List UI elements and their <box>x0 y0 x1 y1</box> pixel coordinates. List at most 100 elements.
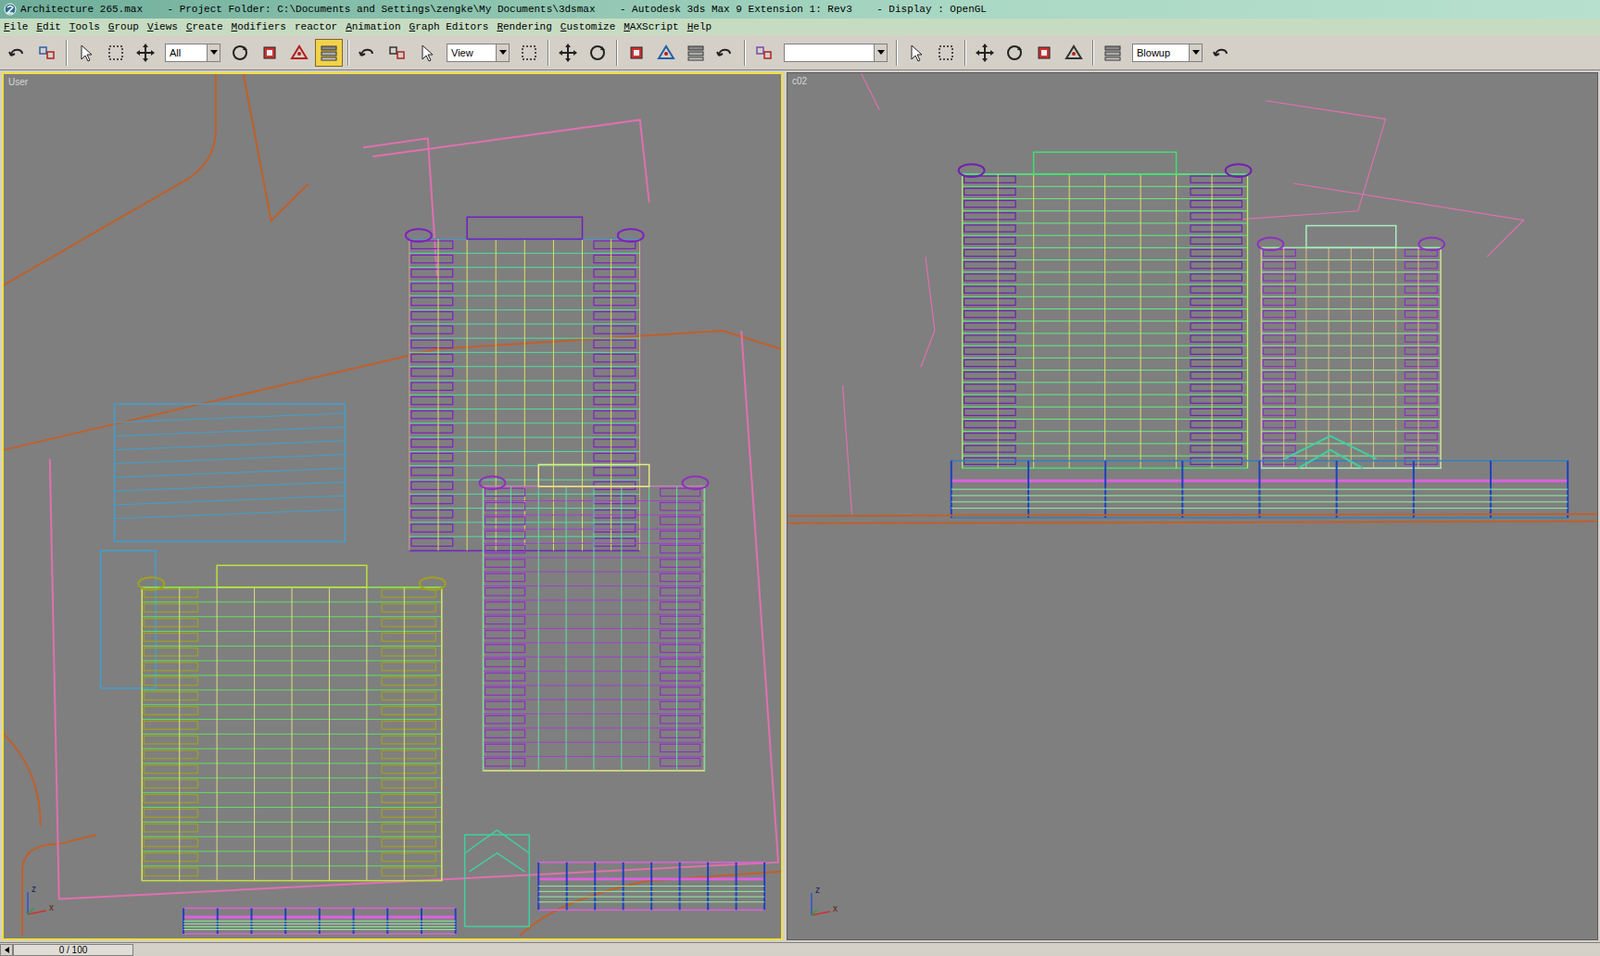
podium-wireframe <box>183 907 456 934</box>
tool-icon <box>906 42 927 63</box>
menu-item[interactable]: Rendering <box>496 20 552 34</box>
toolbar-button[interactable] <box>622 38 651 67</box>
toolbar-button[interactable] <box>101 38 130 67</box>
toolbar-button[interactable] <box>711 38 740 67</box>
toolbar-button[interactable] <box>131 38 160 67</box>
toolbar-separator <box>743 39 746 66</box>
toolbar-button[interactable] <box>750 38 779 67</box>
toolbar-button[interactable] <box>652 38 681 67</box>
tool-icon <box>105 42 126 63</box>
tool-icon <box>1063 42 1084 63</box>
toolbar-button[interactable] <box>383 38 412 67</box>
axis-label: z <box>31 884 37 895</box>
menu-item[interactable]: Modifiers <box>231 20 287 34</box>
menu-item[interactable]: File <box>3 20 28 34</box>
main-toolbar: All View Blowup <box>0 35 1600 71</box>
tool-icon <box>37 42 58 63</box>
menu-item[interactable]: Graph Editors <box>409 20 490 34</box>
toolbar-dropdown[interactable] <box>783 43 888 63</box>
toolbar-button[interactable] <box>413 38 441 67</box>
toolbar-button[interactable] <box>314 38 343 67</box>
dropdown-value: All <box>165 44 207 62</box>
toolbar-button[interactable] <box>902 38 931 67</box>
tool-icon <box>1211 42 1233 63</box>
building-wireframe <box>479 464 709 770</box>
toolbar-button[interactable] <box>932 38 960 67</box>
time-slider-thumb[interactable]: 0 / 100 <box>12 944 134 956</box>
viewport-label[interactable]: User <box>8 76 28 89</box>
viewport[interactable]: c02 zx <box>786 72 1599 941</box>
dropdown-value: View <box>447 44 496 62</box>
toolbar-button[interactable] <box>33 38 62 67</box>
menu-item[interactable]: MAXScript <box>623 20 679 34</box>
menu-item[interactable]: Create <box>186 20 224 34</box>
menu-item[interactable]: Help <box>687 20 712 34</box>
toolbar-button[interactable] <box>515 38 543 67</box>
axis-tripod: zx <box>22 884 60 919</box>
toolbar-dropdown[interactable]: Blowup <box>1132 43 1203 63</box>
menu-item[interactable]: Tools <box>69 20 101 34</box>
toolbar-button[interactable] <box>353 38 382 67</box>
title-bar: Architecture 265.max - Project Folder: C… <box>0 0 1600 19</box>
toolbar-button[interactable] <box>72 38 101 67</box>
time-slider-left-icon[interactable] <box>0 944 13 956</box>
menu-item[interactable]: Customize <box>560 20 616 34</box>
tool-icon <box>318 42 340 63</box>
viewport-area: Userzxc02zx <box>0 70 1600 943</box>
toolbar-button[interactable] <box>1000 38 1029 67</box>
building-wireframe <box>138 565 445 881</box>
menu-item[interactable]: Group <box>108 20 139 34</box>
toolbar-separator <box>964 39 967 66</box>
podium-wireframe <box>951 460 1568 517</box>
viewport-label[interactable]: c02 <box>792 75 807 88</box>
toolbar-button[interactable] <box>1030 38 1059 67</box>
axis-label: x <box>49 903 54 913</box>
podium-wireframe <box>538 862 765 910</box>
tool-icon <box>587 42 608 63</box>
user-scene[interactable] <box>3 74 782 939</box>
tool-icon <box>135 42 156 63</box>
menu-item[interactable]: reactor <box>294 20 338 34</box>
tool-icon <box>1102 42 1123 63</box>
axis-label: z <box>815 885 820 895</box>
building-wireframe <box>958 151 1252 468</box>
tool-icon <box>75 42 97 63</box>
app-logo-icon <box>3 2 17 16</box>
tool-icon <box>754 42 775 63</box>
tool-icon <box>387 42 408 63</box>
toolbar-button[interactable] <box>583 38 612 67</box>
ground-lines <box>787 514 1598 524</box>
tool-icon <box>715 42 736 63</box>
axis-tripod: zx <box>806 885 844 920</box>
toolbar-button[interactable] <box>970 38 999 67</box>
toolbar-button[interactable] <box>285 38 314 67</box>
toolbar-button[interactable] <box>226 38 254 67</box>
tool-icon <box>1033 42 1055 63</box>
toolbar-button[interactable] <box>1208 38 1236 67</box>
toolbar-separator <box>547 39 550 66</box>
dropdown-value: Blowup <box>1133 44 1189 62</box>
building-wireframe <box>1258 226 1446 469</box>
entrance-roof <box>1284 436 1376 469</box>
tool-icon <box>1004 42 1025 63</box>
tool-icon <box>685 42 706 63</box>
menu-bar: File Edit Tools Group Views Create Modifiers re… <box>0 18 1600 36</box>
toolbar-dropdown[interactable]: View <box>446 43 510 63</box>
menu-item[interactable]: Animation <box>345 20 401 34</box>
toolbar-button[interactable] <box>1098 38 1127 67</box>
toolbar-button[interactable] <box>3 38 32 67</box>
viewport[interactable]: Userzx <box>1 72 783 941</box>
camera-scene[interactable] <box>787 73 1598 940</box>
toolbar-button[interactable] <box>554 38 582 67</box>
tool-icon <box>7 42 28 63</box>
tool-icon <box>518 42 540 63</box>
dropdown-arrow-icon <box>873 44 887 62</box>
toolbar-button[interactable] <box>255 38 284 67</box>
toolbar-button[interactable] <box>1059 38 1088 67</box>
menu-item[interactable]: Edit <box>36 20 61 34</box>
tool-icon <box>935 42 957 63</box>
toolbar-button[interactable] <box>681 38 710 67</box>
menu-item[interactable]: Views <box>147 20 178 34</box>
toolbar-dropdown[interactable]: All <box>164 43 221 63</box>
time-slider[interactable]: 0 / 100 <box>0 942 1600 956</box>
